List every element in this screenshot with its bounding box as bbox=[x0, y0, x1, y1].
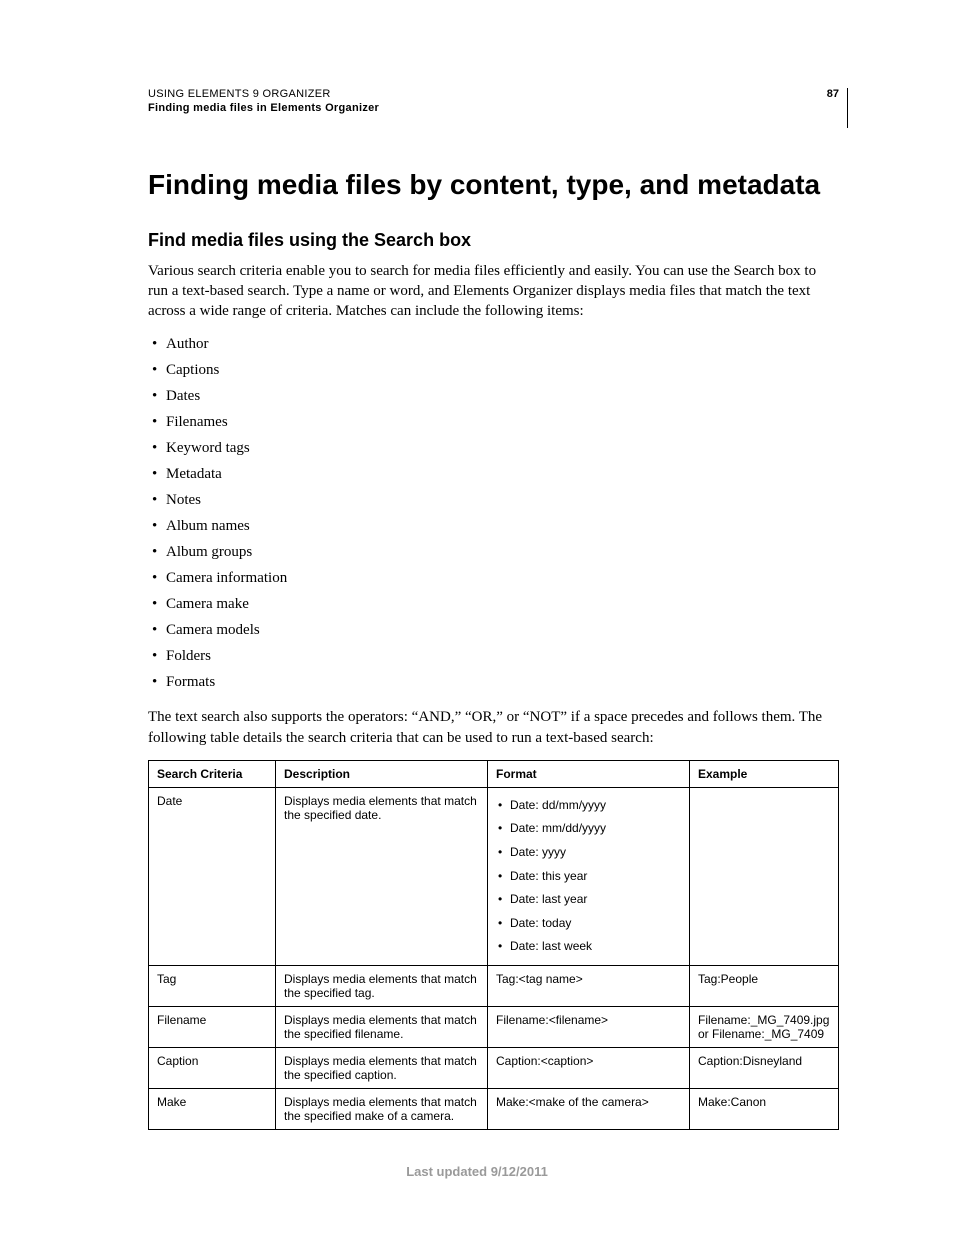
list-item: Captions bbox=[148, 357, 839, 383]
cell-format: Tag:<tag name> bbox=[488, 966, 690, 1007]
list-item: Folders bbox=[148, 643, 839, 669]
list-item: Dates bbox=[148, 383, 839, 409]
th-description: Description bbox=[276, 760, 488, 787]
list-item: Metadata bbox=[148, 461, 839, 487]
cell-description: Displays media elements that match the s… bbox=[276, 787, 488, 965]
cell-description: Displays media elements that match the s… bbox=[276, 1089, 488, 1130]
list-item: Filenames bbox=[148, 409, 839, 435]
th-example: Example bbox=[690, 760, 839, 787]
list-item: Date: last week bbox=[496, 935, 681, 959]
cell-format: Make:<make of the camera> bbox=[488, 1089, 690, 1130]
cell-criteria: Filename bbox=[149, 1007, 276, 1048]
list-item: Date: last year bbox=[496, 888, 681, 912]
cell-criteria: Make bbox=[149, 1089, 276, 1130]
list-item: Date: mm/dd/yyyy bbox=[496, 817, 681, 841]
cell-criteria: Caption bbox=[149, 1048, 276, 1089]
list-item: Date: this year bbox=[496, 865, 681, 889]
header-rule bbox=[847, 88, 848, 128]
cell-example: Caption:Disneyland bbox=[690, 1048, 839, 1089]
search-criteria-table: Search Criteria Description Format Examp… bbox=[148, 760, 839, 1130]
table-row: TagDisplays media elements that match th… bbox=[149, 966, 839, 1007]
running-header: USING ELEMENTS 9 ORGANIZER Finding media… bbox=[148, 88, 839, 114]
criteria-list: AuthorCaptionsDatesFilenamesKeyword tags… bbox=[148, 331, 839, 695]
cell-format: Filename:<filename> bbox=[488, 1007, 690, 1048]
table-row: MakeDisplays media elements that match t… bbox=[149, 1089, 839, 1130]
list-item: Album groups bbox=[148, 539, 839, 565]
doc-title: USING ELEMENTS 9 ORGANIZER bbox=[148, 88, 839, 100]
format-list: Date: dd/mm/yyyyDate: mm/dd/yyyyDate: yy… bbox=[496, 794, 681, 959]
list-item: Date: yyyy bbox=[496, 841, 681, 865]
cell-criteria: Tag bbox=[149, 966, 276, 1007]
cell-description: Displays media elements that match the s… bbox=[276, 966, 488, 1007]
list-item: Formats bbox=[148, 669, 839, 695]
table-row: CaptionDisplays media elements that matc… bbox=[149, 1048, 839, 1089]
th-format: Format bbox=[488, 760, 690, 787]
list-item: Camera make bbox=[148, 591, 839, 617]
cell-example: Filename:_MG_7409.jpg or Filename:_MG_74… bbox=[690, 1007, 839, 1048]
page: 87 USING ELEMENTS 9 ORGANIZER Finding me… bbox=[0, 0, 954, 1235]
list-item: Author bbox=[148, 331, 839, 357]
list-item: Date: dd/mm/yyyy bbox=[496, 794, 681, 818]
cell-criteria: Date bbox=[149, 787, 276, 965]
section-title: Find media files using the Search box bbox=[148, 230, 839, 251]
table-row: DateDisplays media elements that match t… bbox=[149, 787, 839, 965]
cell-example: Tag:People bbox=[690, 966, 839, 1007]
cell-format: Caption:<caption> bbox=[488, 1048, 690, 1089]
table-header-row: Search Criteria Description Format Examp… bbox=[149, 760, 839, 787]
list-item: Date: today bbox=[496, 912, 681, 936]
section-path: Finding media files in Elements Organize… bbox=[148, 102, 839, 114]
intro-paragraph: Various search criteria enable you to se… bbox=[148, 261, 839, 322]
list-item: Album names bbox=[148, 513, 839, 539]
cell-format: Date: dd/mm/yyyyDate: mm/dd/yyyyDate: yy… bbox=[488, 787, 690, 965]
post-list-paragraph: The text search also supports the operat… bbox=[148, 707, 839, 748]
list-item: Notes bbox=[148, 487, 839, 513]
page-footer: Last updated 9/12/2011 bbox=[0, 1164, 954, 1179]
th-search-criteria: Search Criteria bbox=[149, 760, 276, 787]
list-item: Camera information bbox=[148, 565, 839, 591]
list-item: Camera models bbox=[148, 617, 839, 643]
page-number: 87 bbox=[827, 88, 839, 100]
chapter-title: Finding media files by content, type, an… bbox=[148, 168, 839, 202]
table-row: FilenameDisplays media elements that mat… bbox=[149, 1007, 839, 1048]
cell-example bbox=[690, 787, 839, 965]
cell-example: Make:Canon bbox=[690, 1089, 839, 1130]
cell-description: Displays media elements that match the s… bbox=[276, 1007, 488, 1048]
cell-description: Displays media elements that match the s… bbox=[276, 1048, 488, 1089]
list-item: Keyword tags bbox=[148, 435, 839, 461]
